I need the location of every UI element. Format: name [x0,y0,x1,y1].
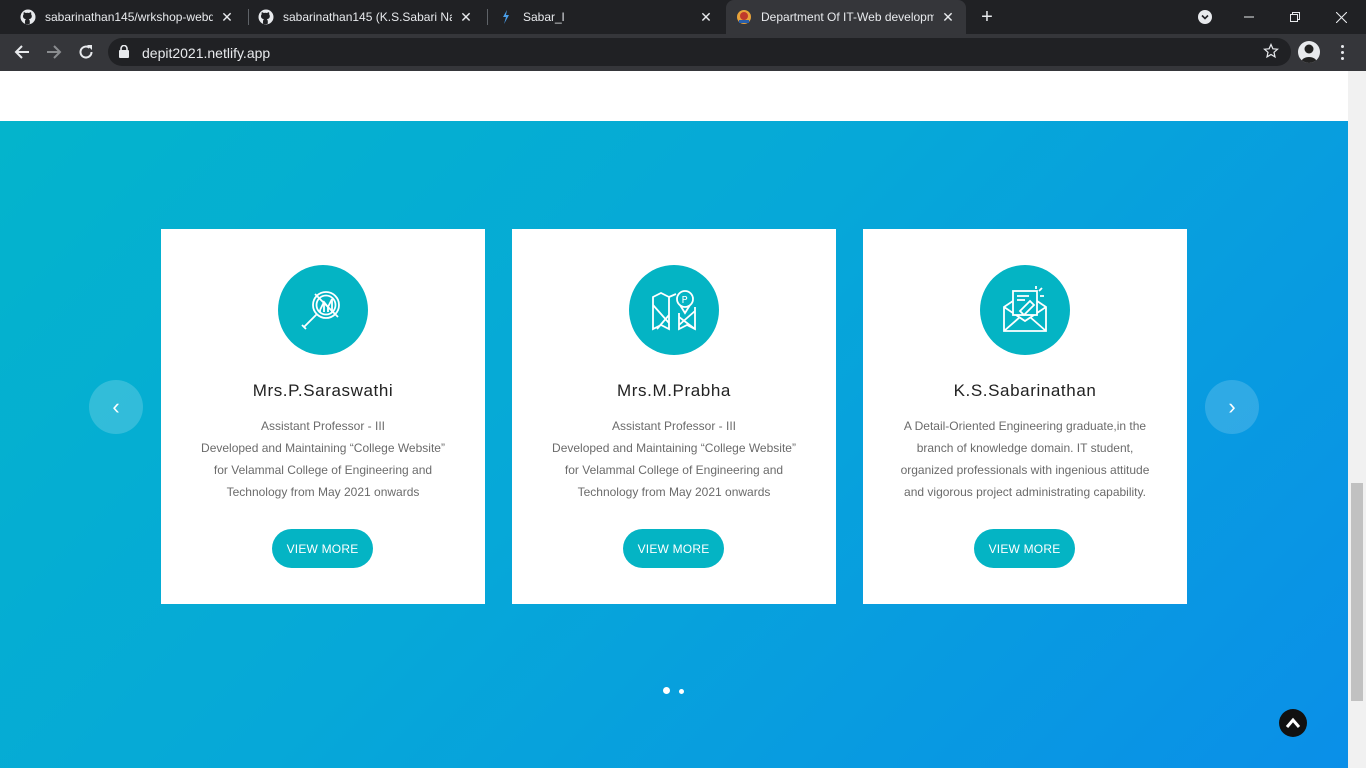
github-icon [20,9,36,25]
map-pin-icon: P [629,265,719,355]
carousel-next-button[interactable]: › [1205,380,1259,434]
tab-title: sabarinathan145/wrkshop-webde [45,10,213,24]
browser-toolbar: depit2021.netlify.app [0,34,1366,71]
restore-button[interactable] [1272,0,1318,34]
new-tab-button[interactable]: + [976,6,998,28]
bookmark-star-icon[interactable] [1263,43,1279,64]
browser-tab-2[interactable]: sabarinathan145 (K.S.Sabari Nath ✕ [248,0,484,34]
description-line: Assistant Professor - III [611,419,737,433]
scroll-to-top-button[interactable] [1279,709,1307,737]
member-name: Mrs.M.Prabha [617,381,731,400]
description-line: and vigorous project administrating capa… [904,485,1146,499]
member-description: Assistant Professor - III Developed and … [538,415,810,503]
description-line: for Velammal College of Engineering and [564,463,784,477]
page-viewport: ‹ Mrs.P.Saraswathi Assistant Professor -… [0,71,1348,768]
minimize-button[interactable] [1226,0,1272,34]
description-line: Assistant Professor - III [260,419,386,433]
member-name: Mrs.P.Saraswathi [252,381,394,400]
description-line: branch of knowledge domain. IT student, [916,441,1134,455]
description-line: Developed and Maintaining “College Websi… [552,441,796,455]
github-icon [258,9,274,25]
arrow-left-icon [14,45,29,59]
browser-tab-3[interactable]: Sabar_l ✕ [488,0,724,34]
close-icon[interactable]: ✕ [698,9,714,25]
tab-search-button[interactable] [1182,0,1228,34]
team-card: K.S.Sabarinathan A Detail-Oriented Engin… [863,229,1187,604]
college-logo-icon [736,9,752,25]
close-window-button[interactable] [1318,0,1364,34]
minimize-icon [1244,16,1254,18]
view-more-button[interactable]: VIEW MORE [623,529,724,568]
team-card: P Mrs.M.Prabha Assistant Professor - III… [512,229,836,604]
carousel-dot[interactable] [679,689,684,694]
description-line: Technology from May 2021 onwards [577,485,771,499]
profile-avatar[interactable] [1298,41,1320,63]
close-icon[interactable]: ✕ [940,9,956,25]
carousel-prev-button[interactable]: ‹ [89,380,143,434]
carousel-dot-active[interactable] [663,687,670,694]
tab-title: sabarinathan145 (K.S.Sabari Nath [283,10,452,24]
team-card: Mrs.P.Saraswathi Assistant Professor - I… [161,229,485,604]
chevron-down-icon [1198,10,1212,24]
tab-strip: sabarinathan145/wrkshop-webde ✕ sabarina… [0,0,1366,34]
browser-menu-button[interactable] [1334,42,1350,62]
forward-button[interactable] [40,38,68,66]
address-bar[interactable]: depit2021.netlify.app [108,38,1291,66]
lock-icon [119,44,129,63]
chevron-up-icon [1285,717,1301,728]
description-line: A Detail-Oriented Engineering graduate,i… [903,419,1147,433]
chevron-right-icon: › [1228,394,1236,419]
description-line: Technology from May 2021 onwards [226,485,420,499]
page-scrollbar[interactable] [1348,71,1366,768]
reload-button[interactable] [72,38,100,66]
close-icon[interactable]: ✕ [458,9,474,25]
site-icon [498,9,514,25]
team-section: ‹ Mrs.P.Saraswathi Assistant Professor -… [0,121,1348,768]
browser-tab-1[interactable]: sabarinathan145/wrkshop-webde ✕ [10,0,245,34]
view-more-button[interactable]: VIEW MORE [272,529,373,568]
close-icon [1335,11,1347,23]
member-description: Assistant Professor - III Developed and … [187,415,459,503]
reload-icon [79,45,93,59]
tab-title: Department Of IT-Web developm [761,10,934,24]
url-text: depit2021.netlify.app [142,45,271,61]
restore-icon [1290,12,1300,22]
view-more-button[interactable]: VIEW MORE [974,529,1075,568]
member-description: A Detail-Oriented Engineering graduate,i… [889,415,1161,503]
analytics-search-icon [278,265,368,355]
arrow-right-icon [47,45,62,59]
browser-tab-active[interactable]: Department Of IT-Web developm ✕ [726,0,966,34]
description-line: for Velammal College of Engineering and [213,463,433,477]
tab-title: Sabar_l [523,10,565,24]
close-icon[interactable]: ✕ [219,9,235,25]
description-line: Developed and Maintaining “College Websi… [201,441,445,455]
chevron-left-icon: ‹ [112,394,120,419]
mail-document-icon [980,265,1070,355]
scrollbar-thumb[interactable] [1351,483,1363,701]
back-button[interactable] [8,38,36,66]
description-line: organized professionals with ingenious a… [900,463,1150,477]
member-name: K.S.Sabarinathan [953,381,1097,400]
svg-text:P: P [682,295,688,306]
